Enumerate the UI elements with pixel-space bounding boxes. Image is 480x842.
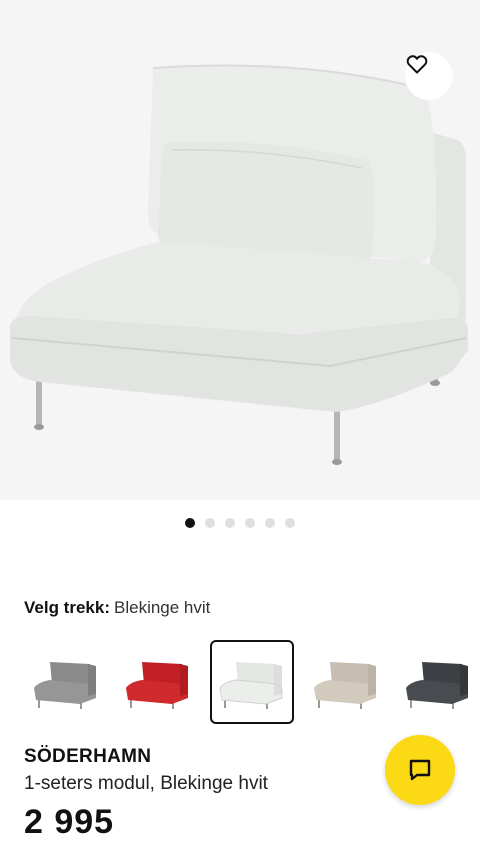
cover-selection-label: Velg trekk: Blekinge hvit xyxy=(24,598,210,618)
heart-outline-icon xyxy=(406,55,428,74)
carousel-dot[interactable] xyxy=(245,518,255,528)
cover-option-beige[interactable] xyxy=(304,640,388,724)
favorite-button[interactable] xyxy=(405,52,453,100)
chat-button[interactable] xyxy=(385,735,455,805)
cover-option-dark-grey[interactable] xyxy=(396,640,480,724)
carousel-dot[interactable] xyxy=(285,518,295,528)
sofa-thumbnail xyxy=(34,662,96,709)
carousel-dot[interactable] xyxy=(225,518,235,528)
product-name: SÖDERHAMN xyxy=(24,746,152,767)
cover-option-grey[interactable] xyxy=(24,640,108,724)
cover-label: Velg trekk: xyxy=(24,598,110,617)
product-price: 2 995 xyxy=(24,803,115,841)
sofa-thumbnail xyxy=(406,662,468,709)
sofa-thumbnail xyxy=(126,662,188,709)
sofa-thumbnail xyxy=(314,662,376,709)
cover-options xyxy=(0,636,480,728)
carousel-dot[interactable] xyxy=(265,518,275,528)
product-description: 1-seters modul, Blekinge hvit xyxy=(24,773,268,794)
cover-option-red[interactable] xyxy=(116,640,200,724)
cover-value: Blekinge hvit xyxy=(114,598,211,617)
sofa-thumbnail xyxy=(219,662,283,709)
carousel-indicator xyxy=(0,518,480,532)
carousel-dot[interactable] xyxy=(185,518,195,528)
carousel-dot[interactable] xyxy=(205,518,215,528)
chat-icon xyxy=(409,759,431,781)
cover-option-white[interactable] xyxy=(210,640,294,724)
product-image-area[interactable] xyxy=(0,0,480,500)
